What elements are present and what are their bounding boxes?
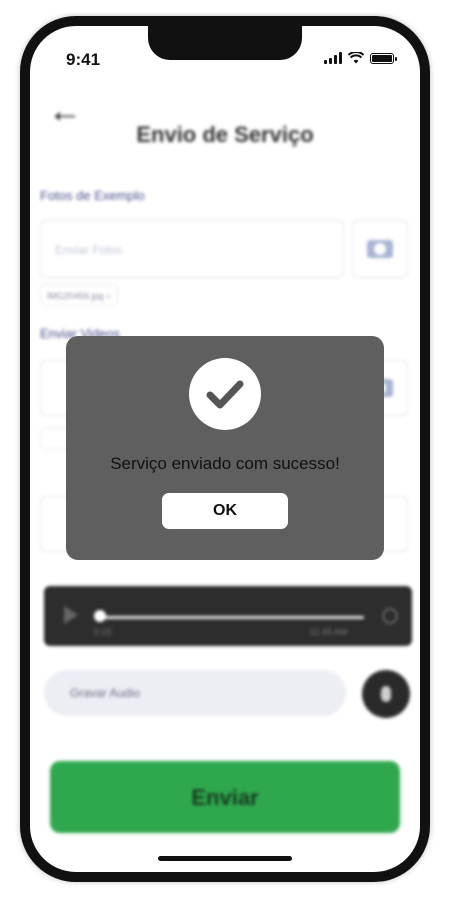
record-audio-field[interactable]: Gravar Audio [44, 670, 346, 716]
record-audio-placeholder: Gravar Audio [70, 686, 141, 700]
notch [148, 26, 302, 60]
phone-frame: 9:41 ← Envio de Serviço Fotos de Exemplo… [20, 16, 430, 882]
photos-placeholder: Enviar Fotos [55, 243, 123, 257]
microphone-icon [381, 686, 391, 702]
photos-input[interactable]: Enviar Fotos [40, 220, 344, 278]
wifi-icon [348, 52, 364, 64]
battery-icon [370, 52, 397, 64]
file-chip-label: IMG20456.jpg [47, 291, 104, 301]
check-mark [206, 380, 244, 409]
audio-progress-knob[interactable] [94, 610, 106, 622]
status-icons [324, 52, 397, 64]
dialog-message: Serviço enviado com sucesso! [110, 454, 340, 473]
home-indicator[interactable] [158, 856, 292, 861]
photos-label: Fotos de Exemplo [40, 188, 145, 203]
audio-current-time: 0:15 [94, 627, 112, 637]
audio-timestamp: 11:45 AM [310, 627, 348, 637]
file-chip: IMG20456.jpg ○ [40, 284, 119, 306]
ok-button[interactable]: OK [162, 493, 288, 529]
audio-progress-track[interactable] [100, 616, 364, 619]
success-dialog: Serviço enviado com sucesso! OK [66, 336, 384, 560]
send-button-label: Enviar [191, 785, 259, 810]
check-icon [189, 358, 261, 430]
signal-icon [324, 52, 342, 64]
play-icon[interactable] [64, 606, 78, 624]
audio-player: 0:15 11:45 AM [44, 586, 412, 646]
microphone-button[interactable] [362, 670, 410, 718]
camera-icon [367, 240, 393, 258]
camera-button[interactable] [352, 220, 408, 278]
status-time: 9:41 [66, 50, 101, 69]
page-title: Envio de Serviço [136, 122, 314, 147]
close-circle-icon[interactable] [382, 608, 398, 624]
send-button[interactable]: Enviar [50, 761, 400, 833]
